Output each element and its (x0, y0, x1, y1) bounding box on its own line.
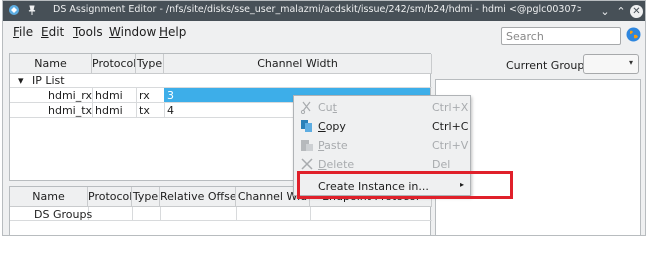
menu-item-label: Cut (318, 101, 337, 114)
column-header-protocol[interactable]: Protocol (92, 54, 136, 74)
menu-tools[interactable]: Tools (73, 25, 103, 39)
column-header-name[interactable]: Name (10, 54, 92, 74)
menu-item-label: Copy (318, 120, 346, 133)
app-icon[interactable] (7, 3, 21, 17)
current-group-dropdown[interactable]: ▾ (583, 54, 639, 74)
table-row-name[interactable]: hdmi_tx (48, 104, 92, 117)
paste-icon (300, 138, 314, 152)
table-row-protocol[interactable]: hdmi (95, 104, 123, 117)
globe-icon[interactable] (626, 27, 641, 42)
ip-list-group[interactable]: IP List (32, 74, 65, 87)
window-title: DS Assignment Editor - /nfs/site/disks/s… (53, 4, 581, 15)
ds-groups-row[interactable]: DS Groups (34, 208, 92, 221)
column-header-name[interactable]: Name (10, 187, 88, 207)
table-row-name[interactable]: hdmi_rx (48, 89, 92, 102)
menu-item-copy[interactable]: Copy Ctrl+C (294, 117, 470, 136)
current-group-label: Current Group: (506, 59, 589, 72)
delete-icon (300, 157, 314, 171)
copy-icon (300, 119, 314, 133)
column-header-type[interactable]: Type (132, 187, 160, 207)
menu-item-label: Delete (318, 158, 355, 171)
table-row-width[interactable]: 4 (167, 104, 174, 117)
menu-window[interactable]: Window (109, 25, 156, 39)
table-row-width[interactable]: 3 (167, 89, 174, 102)
menu-item-shortcut: Ctrl+X (432, 101, 469, 114)
menu-item-shortcut: Ctrl+C (432, 120, 469, 133)
column-header-protocol[interactable]: Protocol (88, 187, 132, 207)
menu-item-shortcut: Ctrl+V (432, 139, 469, 152)
column-header-type[interactable]: Type (136, 54, 164, 74)
menu-file[interactable]: File (13, 25, 33, 39)
pin-icon[interactable] (25, 3, 39, 17)
chevron-down-icon: ▾ (628, 58, 633, 67)
menu-help[interactable]: Help (159, 25, 186, 39)
menu-item-paste[interactable]: Paste Ctrl+V (294, 136, 470, 155)
app-window: DS Assignment Editor - /nfs/site/disks/s… (2, 0, 646, 236)
table-row-type[interactable]: tx (139, 104, 150, 117)
menu-item-cut[interactable]: Cut Ctrl+X (294, 98, 470, 117)
menu-edit[interactable]: Edit (41, 25, 64, 39)
annotation-highlight-box (297, 171, 513, 199)
table-row-type[interactable]: rx (139, 89, 150, 102)
close-button[interactable]: ✕ (630, 5, 643, 18)
maximize-button[interactable]: ⌃ (613, 3, 629, 19)
column-header-relative-offset[interactable]: Relative Offset (160, 187, 236, 207)
table-row-protocol[interactable]: hdmi (95, 89, 123, 102)
search-input[interactable]: Search (501, 27, 621, 45)
column-header-channel-width[interactable]: Channel Width (164, 54, 432, 74)
minimize-button[interactable]: ⌄ (597, 3, 613, 19)
menu-item-shortcut: Del (432, 158, 451, 171)
cut-icon (300, 100, 314, 115)
title-bar[interactable]: DS Assignment Editor - /nfs/site/disks/s… (3, 1, 645, 21)
menu-item-label: Paste (318, 139, 348, 152)
tree-toggle[interactable]: ▾ (18, 74, 24, 87)
